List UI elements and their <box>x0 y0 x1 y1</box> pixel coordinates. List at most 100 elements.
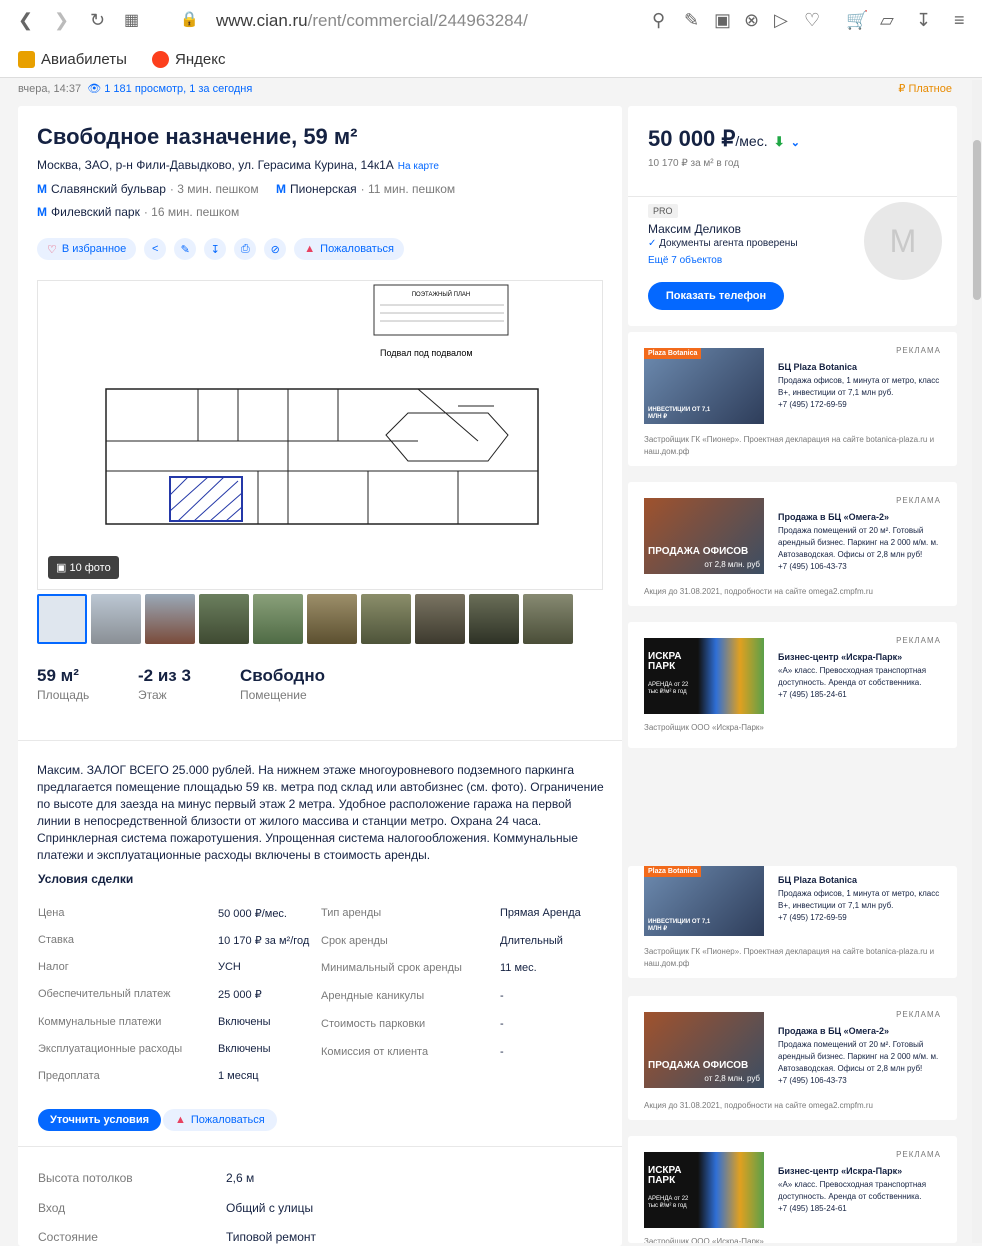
views-count[interactable]: 1 181 просмотр, 1 за сегодня <box>104 83 252 95</box>
ad-image-sub: АРЕНДА от 22 тыс ₽/м² в год <box>648 1196 689 1209</box>
thumbnail[interactable] <box>91 594 141 644</box>
plan-header: ПОЭТАЖНЫЙ ПЛАН <box>412 290 471 298</box>
thumbnail[interactable] <box>415 594 465 644</box>
spec-value: -2 из 3 <box>138 666 191 685</box>
term-value: Включены <box>218 1016 271 1028</box>
metro-item[interactable]: M Славянский бульвар · 3 мин. пешком <box>37 182 259 196</box>
agent-more-link[interactable]: Ещё 7 объектов <box>648 255 722 266</box>
term-value: 1 месяц <box>218 1070 259 1082</box>
cube-icon[interactable]: ▱ <box>880 10 894 31</box>
download-icon[interactable]: ↧ <box>204 238 227 260</box>
ad-phone: +7 (495) 185-24-61 <box>778 1204 847 1213</box>
plan-title: Подвал под подвалом <box>380 348 473 358</box>
listing-meta: вчера, 14:37 👁 1 181 просмотр, 1 за сего… <box>18 82 252 95</box>
send-icon[interactable]: ▷ <box>774 10 788 31</box>
bookmark-label: Яндекс <box>175 51 226 68</box>
cart-icon[interactable]: 🛒 <box>846 10 868 31</box>
thumbnail[interactable] <box>469 594 519 644</box>
metro-name: Пионерская <box>290 182 357 196</box>
ad-tag: РЕКЛАМА <box>896 346 941 355</box>
ad-text: Продажа офисов, 1 минута от метро, класс… <box>778 888 943 924</box>
metro-icon: M <box>276 182 286 196</box>
thumbnail[interactable] <box>307 594 357 644</box>
metro-item[interactable]: M Пионерская · 11 мин. пешком <box>276 182 455 196</box>
ad-image-sub: ИНВЕСТИЦИИ ОТ 7,1 МЛН ₽ <box>648 407 711 420</box>
ad-card[interactable]: РЕКЛАМА ПРОДАЖА ОФИСОВ от 2,8 млн. руб П… <box>628 482 957 606</box>
ad-card[interactable]: РЕКЛАМА ИСКРА ПАРК АРЕНДА от 22 тыс ₽/м²… <box>628 1136 957 1243</box>
term-key: Налог <box>38 961 69 973</box>
spec-label: Площадь <box>37 688 90 702</box>
ad-text: Продажа офисов, 1 минута от метро, класс… <box>778 375 943 411</box>
thumbnail[interactable] <box>253 594 303 644</box>
ad-text: «А» класс. Превосходная транспортная дос… <box>778 1179 943 1215</box>
download-icon[interactable]: ↧ <box>916 10 931 31</box>
map-link[interactable]: На карте <box>398 161 439 172</box>
show-phone-button[interactable]: Показать телефон <box>648 282 784 310</box>
address-bar[interactable]: www.cian.ru/rent/commercial/244963284/ <box>216 11 528 31</box>
ad-phone: +7 (495) 106-43-73 <box>778 562 847 571</box>
chevron-down-icon[interactable]: ⌄ <box>791 137 800 149</box>
print-icon[interactable]: ⎙ <box>234 238 257 260</box>
metro-name: Филевский парк <box>51 205 140 219</box>
ad-text-body: Продажа офисов, 1 минута от метро, класс… <box>778 889 940 910</box>
thumbnail[interactable] <box>523 594 573 644</box>
ad-footer: Застройщик ГК «Пионер». Проектная деклар… <box>644 435 935 456</box>
hide-icon[interactable]: ⊘ <box>264 238 287 260</box>
lock-icon[interactable]: 🔒 <box>180 10 199 28</box>
bookmark-avia[interactable]: Авиабилеты <box>18 51 127 68</box>
share-icon[interactable]: < <box>144 238 167 260</box>
complain-button[interactable]: ▲ Пожаловаться <box>294 238 405 260</box>
term-value: 50 000 ₽/мес. <box>218 908 287 920</box>
edit-icon[interactable]: ✎ <box>684 10 699 31</box>
ad-card[interactable]: РЕКЛАМА ИСКРА ПАРК АРЕНДА от 22 тыс ₽/м²… <box>628 622 957 748</box>
thumbnail[interactable] <box>199 594 249 644</box>
thumbnail[interactable] <box>145 594 195 644</box>
term-key: Предоплата <box>38 1070 100 1082</box>
divider <box>628 196 957 197</box>
ad-phone: +7 (495) 106-43-73 <box>778 1076 847 1085</box>
back-icon[interactable]: ❮ <box>18 10 33 31</box>
heart-icon[interactable]: ♡ <box>804 10 820 31</box>
note-icon[interactable]: ✎ <box>174 238 197 260</box>
ad-footer: Акция до 31.08.2021, подробности на сайт… <box>644 1101 873 1110</box>
spec-room: Свободно Помещение <box>240 666 325 702</box>
term-value: УСН <box>218 961 241 973</box>
clarify-terms-button[interactable]: Уточнить условия <box>38 1109 161 1131</box>
term-value: Длительный <box>500 935 563 947</box>
forward-icon[interactable]: ❯ <box>54 10 69 31</box>
ad-text-body: «А» класс. Превосходная транспортная дос… <box>778 1180 927 1201</box>
ad-card[interactable]: РЕКЛАМА Plaza Botanica ИНВЕСТИЦИИ ОТ 7,1… <box>628 332 957 466</box>
bookmark-yandex[interactable]: Яндекс <box>152 51 225 68</box>
listing-card: Свободное назначение, 59 м² Москва, ЗАО,… <box>18 106 622 1246</box>
menu-icon[interactable]: ≡ <box>954 10 965 31</box>
block-icon[interactable]: ⊗ <box>744 10 759 31</box>
agent-name[interactable]: Максим Деликов <box>648 222 741 236</box>
ad-tag: РЕКЛАМА <box>896 496 941 505</box>
posted-time: вчера, 14:37 <box>18 83 82 95</box>
camera-icon[interactable]: ▣ <box>714 10 731 31</box>
complain-button[interactable]: ▲ Пожаловаться <box>163 1109 277 1131</box>
scrollbar-thumb[interactable] <box>973 140 981 300</box>
thumbnail[interactable] <box>37 594 87 644</box>
building-value: Общий с улицы <box>226 1201 314 1215</box>
photo-count-badge[interactable]: ▣ 10 фото <box>48 556 119 579</box>
tabs-grid-icon[interactable]: ▦ <box>124 10 139 30</box>
paid-badge: ₽ Платное <box>898 83 952 95</box>
scrollbar[interactable] <box>972 80 982 1243</box>
eye-icon: 👁 <box>87 83 102 95</box>
reload-icon[interactable]: ↻ <box>90 10 105 31</box>
building-value: Типовой ремонт <box>226 1230 317 1244</box>
term-value: 11 мес. <box>500 962 537 974</box>
search-icon[interactable]: ⚲ <box>652 10 665 31</box>
photo-gallery[interactable]: ПОЭТАЖНЫЙ ПЛАН Подвал под подвалом ▣ 10 … <box>37 280 603 590</box>
ad-image-sub: АРЕНДА от 22 тыс ₽/м² в год <box>648 682 689 695</box>
term-value: - <box>500 1018 504 1030</box>
spec-label: Помещение <box>240 688 307 702</box>
favorite-button[interactable]: ♡ В избранное <box>37 238 137 260</box>
thumbnail[interactable] <box>361 594 411 644</box>
metro-item[interactable]: M Филевский парк · 16 мин. пешком <box>37 205 239 219</box>
ad-card[interactable]: РЕКЛАМА ПРОДАЖА ОФИСОВ от 2,8 млн. руб П… <box>628 996 957 1120</box>
ad-card[interactable]: Plaza Botanica ИНВЕСТИЦИИ ОТ 7,1 МЛН ₽ Б… <box>628 866 957 978</box>
spec-floor: -2 из 3 Этаж <box>138 666 191 702</box>
building-key: Состояние <box>38 1230 98 1244</box>
